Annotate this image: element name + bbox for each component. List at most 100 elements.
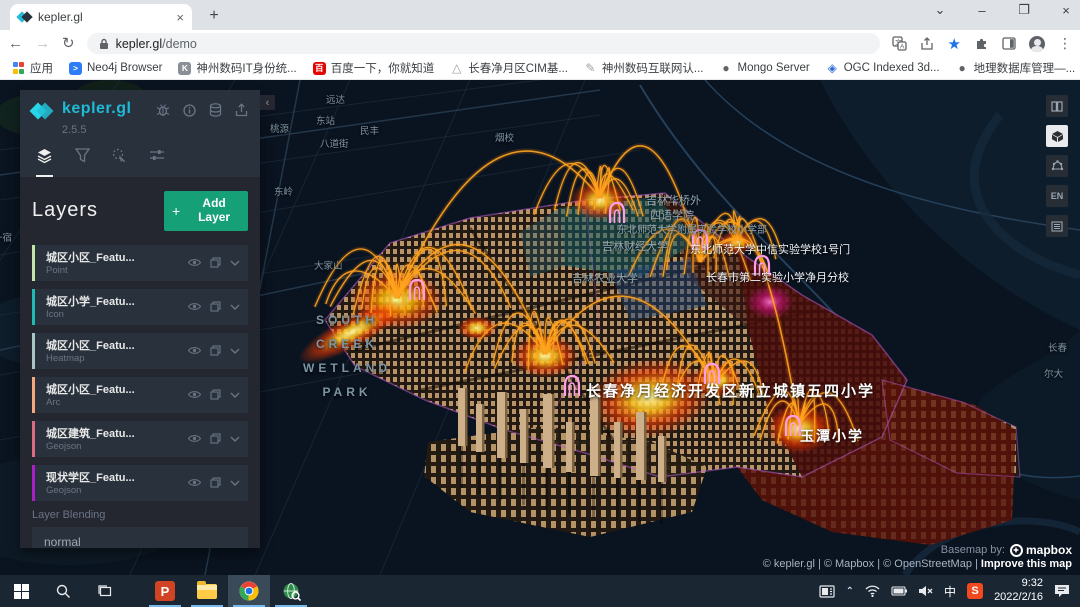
- layer-row[interactable]: 现状学区_Featu...Geojson: [32, 465, 248, 501]
- bookmark-item[interactable]: K 神州数码IT身份统...: [178, 60, 296, 76]
- tab-basemap[interactable]: [149, 148, 165, 177]
- taskbar-app-powerpoint[interactable]: P: [144, 575, 186, 607]
- kepler-side-panel: kepler.gl: [20, 90, 260, 548]
- back-button[interactable]: ←: [8, 36, 23, 51]
- split-map-button[interactable]: [1046, 95, 1068, 117]
- basemap-by-label: Basemap by:: [941, 544, 1005, 556]
- bookmark-item[interactable]: ● 地理数据库管理—...: [956, 60, 1076, 76]
- clock[interactable]: 9:32 2022/2/16: [994, 577, 1043, 605]
- bookmark-label: 长春净月区CIM基...: [468, 60, 568, 76]
- bookmark-star-icon[interactable]: ★: [948, 35, 961, 53]
- bookmark-item[interactable]: > Neo4j Browser: [69, 62, 162, 75]
- site-lock-icon: [99, 38, 109, 50]
- version-text: 2.5.5: [62, 124, 248, 136]
- chevron-down-icon[interactable]: [230, 260, 240, 266]
- battery-icon[interactable]: [891, 586, 907, 596]
- layer-row[interactable]: 城区小学_Featu...Icon: [32, 289, 248, 325]
- share-icon[interactable]: [920, 37, 935, 51]
- bookmarks-bar: 应用 > Neo4j Browser K 神州数码IT身份统... 百 百度一下…: [0, 57, 1080, 80]
- improve-map-link[interactable]: Improve this map: [981, 558, 1072, 570]
- url-host: kepler.gl: [116, 37, 163, 51]
- tray-expand-chevron-icon[interactable]: ⌃: [846, 586, 854, 597]
- reload-button[interactable]: ↻: [62, 36, 75, 51]
- visibility-eye-icon[interactable]: [188, 346, 201, 355]
- tab-filters[interactable]: [75, 148, 90, 177]
- taskbar-app-chrome[interactable]: [228, 575, 270, 607]
- chevron-down-icon[interactable]: [230, 436, 240, 442]
- news-widget-icon[interactable]: [819, 585, 835, 598]
- visibility-eye-icon[interactable]: [188, 390, 201, 399]
- chevron-down-icon[interactable]: ⌄: [932, 2, 948, 18]
- add-layer-button[interactable]: + Add Layer: [164, 191, 248, 231]
- bookmark-item[interactable]: 应用: [12, 60, 53, 76]
- taskbar-app-explorer[interactable]: [186, 575, 228, 607]
- tab-title: kepler.gl: [38, 10, 170, 24]
- forward-button[interactable]: →: [35, 36, 50, 51]
- info-icon[interactable]: [183, 104, 196, 117]
- bug-icon[interactable]: [156, 104, 170, 117]
- draw-polygon-button[interactable]: [1046, 155, 1068, 177]
- bookmark-item[interactable]: △ 长春净月区CIM基...: [450, 60, 568, 76]
- svg-text:A: A: [900, 44, 905, 51]
- task-view-button[interactable]: [84, 575, 126, 607]
- export-icon[interactable]: [235, 103, 248, 117]
- bookmark-item[interactable]: ◈ OGC Indexed 3d...: [826, 62, 940, 75]
- side-panel-icon[interactable]: [1002, 37, 1016, 50]
- ime-indicator[interactable]: 中: [944, 583, 956, 600]
- bookmark-item[interactable]: 百 百度一下，你就知道: [313, 60, 435, 76]
- speaker-muted-icon[interactable]: [918, 585, 933, 597]
- add-layer-label: Add Layer: [188, 197, 240, 225]
- browser-tab[interactable]: kepler.gl ×: [10, 4, 192, 30]
- layer-row[interactable]: 城区小区_Featu...Arc: [32, 377, 248, 413]
- start-button[interactable]: [0, 575, 42, 607]
- chevron-down-icon[interactable]: [230, 480, 240, 486]
- attribution-credits[interactable]: © kepler.gl | © Mapbox | © OpenStreetMap…: [763, 558, 978, 570]
- mapbox-logo[interactable]: mapbox: [1010, 543, 1072, 557]
- profile-avatar[interactable]: [1029, 36, 1045, 52]
- neo4j-icon: >: [69, 62, 82, 75]
- visibility-eye-icon[interactable]: [188, 478, 201, 487]
- duplicate-icon[interactable]: [210, 257, 221, 268]
- tab-close-icon[interactable]: ×: [176, 10, 184, 25]
- chevron-down-icon[interactable]: [230, 348, 240, 354]
- blending-select[interactable]: normal: [32, 527, 248, 548]
- duplicate-icon[interactable]: [210, 433, 221, 444]
- extensions-puzzle-icon[interactable]: [974, 36, 989, 51]
- collapse-panel-button[interactable]: ‹: [260, 95, 275, 110]
- notification-center-icon[interactable]: [1054, 584, 1070, 598]
- translate-icon[interactable]: 文 A: [892, 36, 907, 51]
- duplicate-icon[interactable]: [210, 301, 221, 312]
- minimize-button[interactable]: –: [974, 3, 990, 18]
- bookmark-item[interactable]: ✎ 神州数码互联网认...: [584, 60, 704, 76]
- taskbar-search-button[interactable]: [42, 575, 84, 607]
- sogou-icon[interactable]: S: [967, 583, 983, 599]
- bookmark-item[interactable]: ● Mongo Server: [720, 62, 810, 75]
- layer-row[interactable]: 城区建筑_Featu...Geojson: [32, 421, 248, 457]
- chrome-icon: [239, 581, 259, 601]
- duplicate-icon[interactable]: [210, 389, 221, 400]
- locale-button[interactable]: EN: [1046, 185, 1068, 207]
- duplicate-icon[interactable]: [210, 477, 221, 488]
- tab-interactions[interactable]: [112, 148, 127, 177]
- legend-button[interactable]: [1046, 215, 1068, 237]
- chevron-down-icon[interactable]: [230, 304, 240, 310]
- visibility-eye-icon[interactable]: [188, 434, 201, 443]
- taskbar-app-gis[interactable]: [270, 575, 312, 607]
- new-tab-button[interactable]: +: [204, 7, 224, 25]
- wifi-icon[interactable]: [865, 585, 880, 597]
- layer-row[interactable]: 城区小区_Featu...Point: [32, 245, 248, 281]
- layer-color-accent: [32, 245, 35, 281]
- database-icon[interactable]: [209, 103, 222, 117]
- close-button[interactable]: ×: [1058, 3, 1074, 18]
- layer-row[interactable]: 城区小区_Featu...Heatmap: [32, 333, 248, 369]
- menu-dots-icon[interactable]: ⋮: [1058, 35, 1072, 52]
- visibility-eye-icon[interactable]: [188, 258, 201, 267]
- blending-value: normal: [44, 535, 81, 548]
- toggle-3d-button[interactable]: [1046, 125, 1068, 147]
- restore-button[interactable]: ❐: [1016, 2, 1032, 18]
- tab-layers[interactable]: [36, 148, 53, 177]
- address-bar[interactable]: kepler.gl/demo: [87, 33, 880, 54]
- visibility-eye-icon[interactable]: [188, 302, 201, 311]
- chevron-down-icon[interactable]: [230, 392, 240, 398]
- duplicate-icon[interactable]: [210, 345, 221, 356]
